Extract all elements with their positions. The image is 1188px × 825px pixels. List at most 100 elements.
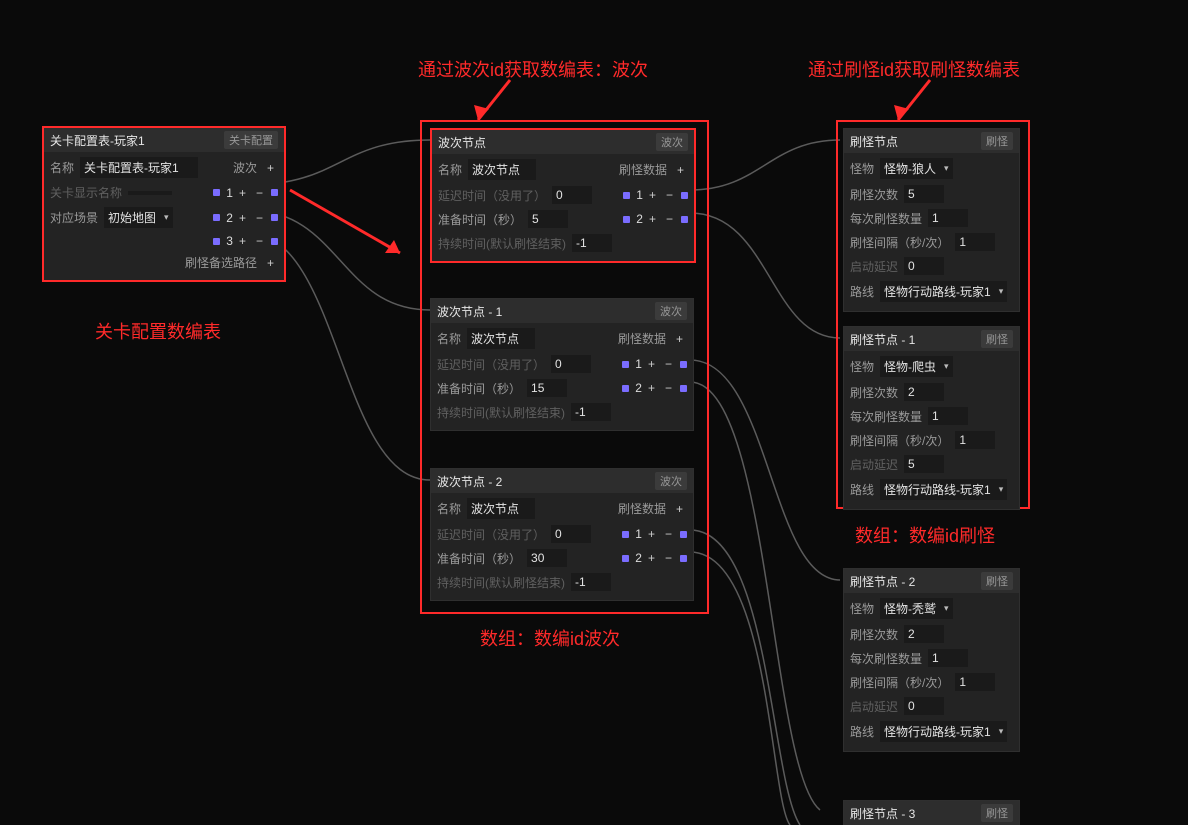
node-tag: 关卡配置 (224, 131, 278, 149)
spawn-index: 1 (636, 188, 643, 202)
display-input[interactable] (128, 191, 172, 195)
plus-icon[interactable]: + (235, 234, 250, 248)
spawn-node-1[interactable]: 刷怪节点 - 1刷怪 怪物怪物-爬虫 刷怪次数2 每次刷怪数量1 刷怪间隔（秒/… (843, 326, 1020, 510)
plus-icon[interactable]: + (644, 527, 659, 541)
port-icon[interactable] (271, 238, 278, 245)
interval-label: 刷怪间隔（秒/次） (850, 432, 949, 449)
port-icon (622, 385, 629, 392)
prepare-label: 准备时间（秒） (437, 550, 521, 567)
count-input[interactable]: 2 (904, 625, 944, 643)
node-header[interactable]: 关卡配置表-玩家1 关卡配置 (44, 128, 284, 152)
prepare-input[interactable]: 15 (527, 379, 567, 397)
wave-index: 2 (226, 211, 233, 225)
monster-select[interactable]: 怪物-狼人 (880, 158, 953, 179)
level-config-node[interactable]: 关卡配置表-玩家1 关卡配置 名称 关卡配置表-玩家1 波次 + 关卡显示名称 … (42, 126, 286, 282)
interval-input[interactable]: 1 (955, 673, 995, 691)
minus-icon[interactable]: − (662, 212, 677, 226)
minus-icon[interactable]: − (661, 357, 676, 371)
start-delay-input[interactable]: 0 (904, 697, 944, 715)
scene-select[interactable]: 初始地图 (104, 207, 173, 228)
plus-icon[interactable]: + (235, 186, 250, 200)
name-input[interactable]: 关卡配置表-玩家1 (80, 157, 198, 178)
port-icon[interactable] (680, 361, 687, 368)
delay-input[interactable]: 0 (552, 186, 592, 204)
minus-icon[interactable]: − (252, 186, 267, 200)
add-spawn-button[interactable]: + (673, 163, 688, 177)
node-tag: 刷怪 (981, 804, 1013, 822)
plus-icon[interactable]: + (644, 357, 659, 371)
count-input[interactable]: 2 (904, 383, 944, 401)
plus-icon[interactable]: + (645, 212, 660, 226)
per-label: 每次刷怪数量 (850, 650, 922, 667)
add-spawn-button[interactable]: + (672, 332, 687, 346)
spawn-node-3[interactable]: 刷怪节点 - 3刷怪 (843, 800, 1020, 825)
spawn-node-2[interactable]: 刷怪节点 - 2刷怪 怪物怪物-秃鹫 刷怪次数2 每次刷怪数量1 刷怪间隔（秒/… (843, 568, 1020, 752)
name-input[interactable]: 波次节点 (467, 498, 535, 519)
name-input[interactable]: 波次节点 (467, 328, 535, 349)
minus-icon[interactable]: − (662, 188, 677, 202)
node-tag: 波次 (656, 133, 688, 151)
add-spawn-button[interactable]: + (672, 502, 687, 516)
plus-icon[interactable]: + (644, 381, 659, 395)
minus-icon[interactable]: − (661, 527, 676, 541)
per-input[interactable]: 1 (928, 209, 968, 227)
monster-select[interactable]: 怪物-爬虫 (880, 356, 953, 377)
interval-label: 刷怪间隔（秒/次） (850, 234, 949, 251)
interval-label: 刷怪间隔（秒/次） (850, 674, 949, 691)
port-icon[interactable] (680, 555, 687, 562)
plus-icon[interactable]: + (235, 211, 250, 225)
minus-icon[interactable]: − (661, 551, 676, 565)
port-icon (623, 216, 630, 223)
count-input[interactable]: 5 (904, 185, 944, 203)
port-icon[interactable] (680, 385, 687, 392)
spawn-index: 2 (635, 551, 642, 565)
node-title: 波次节点 - 2 (437, 473, 502, 490)
port-icon[interactable] (681, 192, 688, 199)
start-delay-input[interactable]: 5 (904, 455, 944, 473)
delay-input[interactable]: 0 (551, 355, 591, 373)
wave-node-1[interactable]: 波次节点 - 1波次 名称波次节点刷怪数据+ 延迟时间（没用了）01+− 准备时… (430, 298, 694, 431)
spawn-node-0[interactable]: 刷怪节点刷怪 怪物怪物-狼人 刷怪次数5 每次刷怪数量1 刷怪间隔（秒/次）1 … (843, 128, 1020, 312)
wave-list-label: 波次 (233, 159, 257, 176)
node-title: 关卡配置表-玩家1 (50, 132, 145, 149)
start-delay-label: 启动延迟 (850, 258, 898, 275)
plus-icon[interactable]: + (645, 188, 660, 202)
port-icon[interactable] (271, 214, 278, 221)
duration-input[interactable]: -1 (571, 403, 611, 421)
node-tag: 波次 (655, 472, 687, 490)
wave-node-2[interactable]: 波次节点 - 2波次 名称波次节点刷怪数据+ 延迟时间（没用了）01+− 准备时… (430, 468, 694, 601)
route-select[interactable]: 怪物行动路线-玩家1 (880, 721, 1007, 742)
per-input[interactable]: 1 (928, 407, 968, 425)
name-label: 名称 (50, 159, 74, 176)
port-icon[interactable] (271, 189, 278, 196)
port-icon (622, 531, 629, 538)
delay-label: 延迟时间（没用了） (437, 526, 545, 543)
plus-icon[interactable]: + (644, 551, 659, 565)
duration-input[interactable]: -1 (571, 573, 611, 591)
monster-select[interactable]: 怪物-秃鹫 (880, 598, 953, 619)
add-path-button[interactable]: + (263, 256, 278, 270)
per-input[interactable]: 1 (928, 649, 968, 667)
wave-node-0[interactable]: 波次节点波次 名称波次节点刷怪数据+ 延迟时间（没用了）01+− 准备时间（秒）… (430, 128, 696, 263)
minus-icon[interactable]: − (252, 211, 267, 225)
name-input[interactable]: 波次节点 (468, 159, 536, 180)
minus-icon[interactable]: − (661, 381, 676, 395)
delay-input[interactable]: 0 (551, 525, 591, 543)
alt-path-label: 刷怪备选路径 (185, 254, 257, 271)
route-select[interactable]: 怪物行动路线-玩家1 (880, 281, 1007, 302)
node-tag: 刷怪 (981, 330, 1013, 348)
prepare-input[interactable]: 5 (528, 210, 568, 228)
port-icon[interactable] (680, 531, 687, 538)
minus-icon[interactable]: − (252, 234, 267, 248)
interval-input[interactable]: 1 (955, 431, 995, 449)
add-wave-button[interactable]: + (263, 161, 278, 175)
prepare-label: 准备时间（秒） (437, 380, 521, 397)
interval-input[interactable]: 1 (955, 233, 995, 251)
spawn-list-label: 刷怪数据 (618, 330, 666, 347)
port-icon[interactable] (681, 216, 688, 223)
prepare-input[interactable]: 30 (527, 549, 567, 567)
annotation-left: 关卡配置数编表 (95, 318, 221, 344)
route-select[interactable]: 怪物行动路线-玩家1 (880, 479, 1007, 500)
start-delay-input[interactable]: 0 (904, 257, 944, 275)
duration-input[interactable]: -1 (572, 234, 612, 252)
